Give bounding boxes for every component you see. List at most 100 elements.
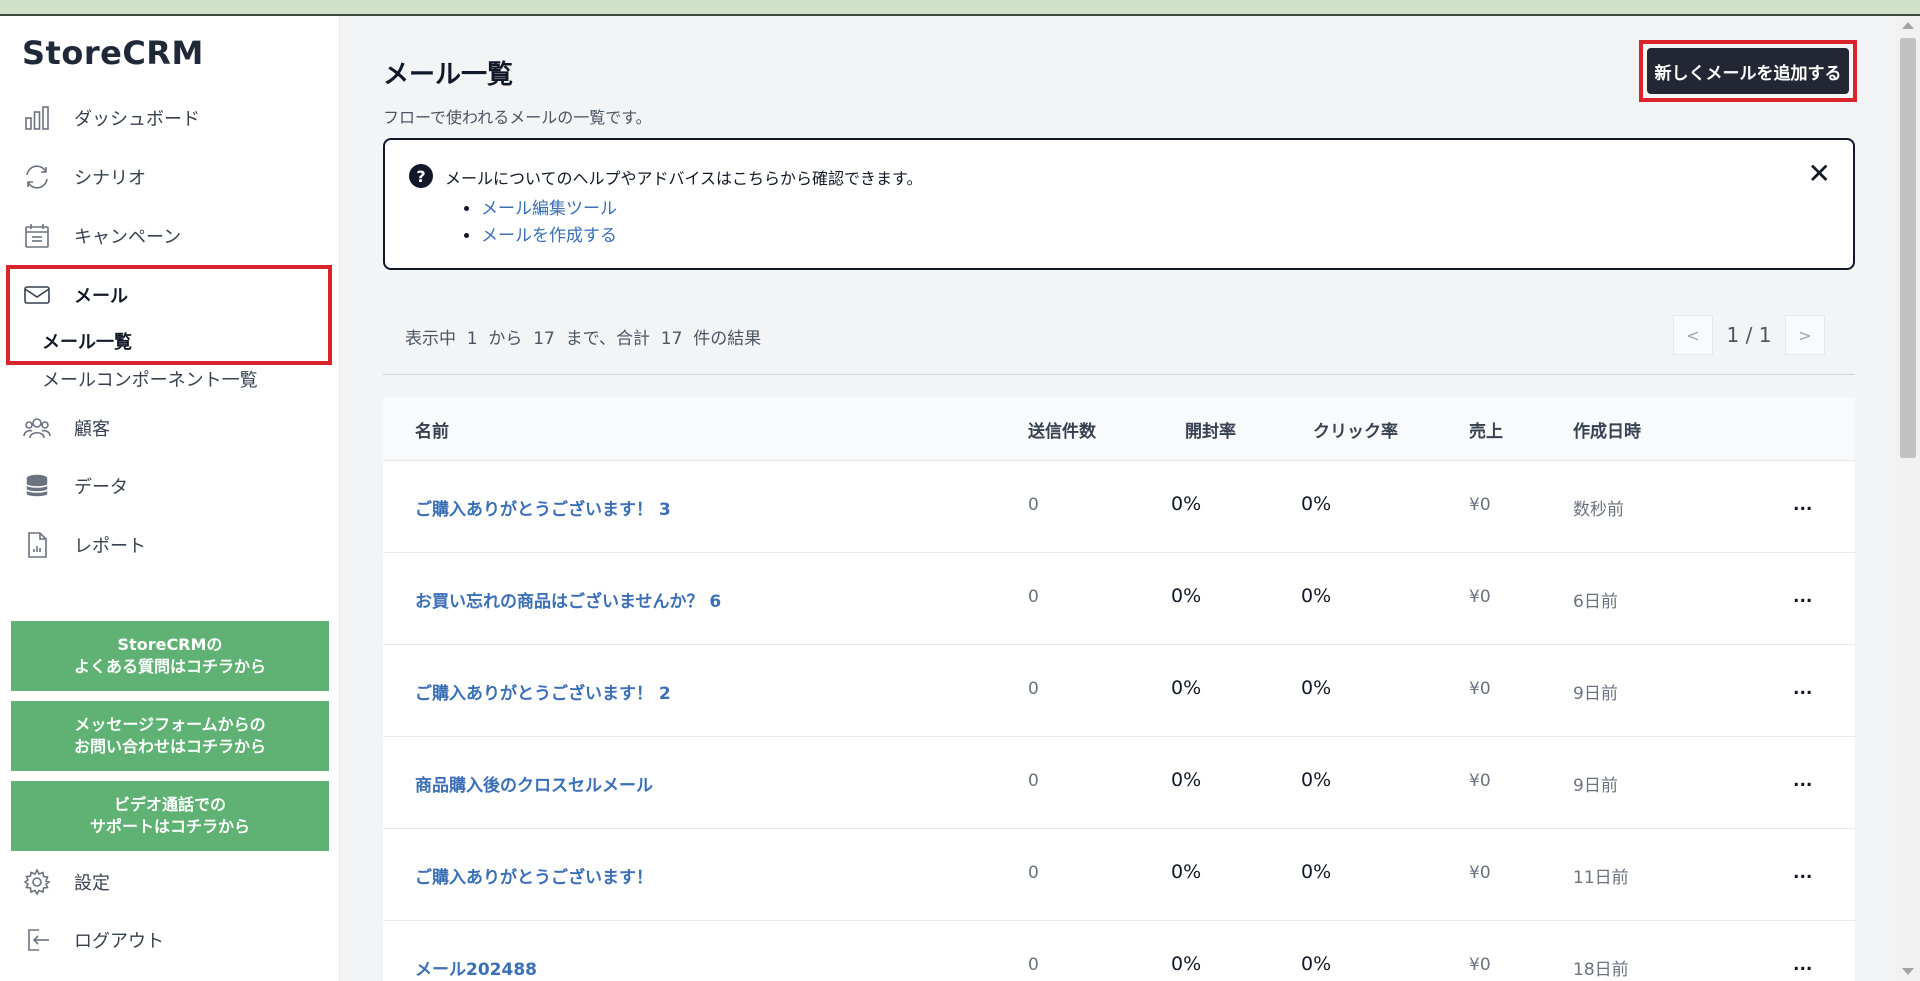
pagination: < 1 / 1 > <box>1673 315 1825 355</box>
sidebar-item-label: 設定 <box>74 873 110 894</box>
table-row[interactable]: ご購入ありがとうございます！ 2 0 0% 0% ¥0 9日前 ... <box>383 645 1855 737</box>
prev-page-button[interactable]: < <box>1673 315 1713 355</box>
row-created: 18日前 <box>1573 960 1629 980</box>
sidebar-item-data[interactable]: データ <box>22 466 128 506</box>
table-row[interactable]: ご購入ありがとうございます！ 3 0 0% 0% ¥0 数秒前 ... <box>383 461 1855 553</box>
users-icon <box>22 413 52 443</box>
message-form-button[interactable]: メッセージフォームからの お問い合わせはコチラから <box>11 701 329 771</box>
row-open-rate: 0% <box>1171 953 1202 975</box>
row-created: 9日前 <box>1573 776 1618 796</box>
help-links: メール編集ツール メールを作成する <box>477 196 617 250</box>
highlight-box-add-button: 新しくメールを追加する <box>1639 40 1857 102</box>
gear-icon <box>22 867 52 897</box>
sidebar-subitem-mail-list[interactable]: メール一覧 <box>42 328 132 354</box>
scroll-thumb[interactable] <box>1900 38 1916 458</box>
row-sent: 0 <box>1028 679 1039 699</box>
row-name-link[interactable]: ご購入ありがとうございます！ <box>415 863 653 888</box>
sidebar-item-mail[interactable]: メール <box>22 275 128 315</box>
help-panel: ? メールについてのヘルプやアドバイスはこちらから確認できます。 メール編集ツー… <box>383 138 1855 270</box>
results-summary: 表示中 1 から 17 まで、合計 17 件の結果 <box>405 329 762 349</box>
page-description: フローで使われるメールの一覧です。 <box>383 108 652 127</box>
sidebar-item-logout[interactable]: ログアウト <box>22 920 164 960</box>
row-created: 数秒前 <box>1573 500 1624 520</box>
row-sent: 0 <box>1028 863 1039 883</box>
sidebar-item-label: メール <box>74 286 128 307</box>
row-sent: 0 <box>1028 587 1039 607</box>
sidebar-subitem-mail-components[interactable]: メールコンポーネント一覧 <box>42 366 258 392</box>
row-sales: ¥0 <box>1469 495 1491 515</box>
row-name-link[interactable]: メール202488 <box>415 955 537 980</box>
header-click-rate[interactable]: クリック率 <box>1313 417 1398 442</box>
row-more-button[interactable]: ... <box>1793 587 1812 607</box>
sidebar-item-label: ログアウト <box>74 931 164 952</box>
header-created[interactable]: 作成日時 <box>1573 417 1641 442</box>
page-scrollbar[interactable] <box>1896 16 1920 981</box>
help-link-create-mail[interactable]: メールを作成する <box>481 226 617 246</box>
row-open-rate: 0% <box>1171 585 1202 607</box>
row-sales: ¥0 <box>1469 955 1491 975</box>
table-row[interactable]: 商品購入後のクロスセルメール 0 0% 0% ¥0 9日前 ... <box>383 737 1855 829</box>
page-indicator: 1 / 1 <box>1726 323 1772 347</box>
help-link-item: メール編集ツール <box>481 196 617 223</box>
bar-chart-icon <box>22 103 52 133</box>
row-more-button[interactable]: ... <box>1793 955 1812 975</box>
row-more-button[interactable]: ... <box>1793 495 1812 515</box>
row-click-rate: 0% <box>1301 953 1332 975</box>
table-row[interactable]: お買い忘れの商品はございませんか？ 6 0 0% 0% ¥0 6日前 ... <box>383 553 1855 645</box>
row-name-link[interactable]: 商品購入後のクロスセルメール <box>415 771 653 796</box>
help-link-mail-editor[interactable]: メール編集ツール <box>481 199 617 219</box>
row-sales: ¥0 <box>1469 863 1491 883</box>
browser-top-strip <box>0 0 1920 16</box>
scroll-up-icon[interactable] <box>1902 22 1914 29</box>
row-name-link[interactable]: ご購入ありがとうございます！ 2 <box>415 679 671 704</box>
sidebar-item-scenario[interactable]: シナリオ <box>22 157 146 197</box>
mail-icon <box>22 280 52 310</box>
row-sent: 0 <box>1028 955 1039 975</box>
sidebar-item-label: ダッシュボード <box>74 109 200 130</box>
help-link-item: メールを作成する <box>481 223 617 250</box>
row-click-rate: 0% <box>1301 677 1332 699</box>
sidebar-item-dashboard[interactable]: ダッシュボード <box>22 98 200 138</box>
row-more-button[interactable]: ... <box>1793 679 1812 699</box>
sidebar-item-label: キャンペーン <box>74 227 182 248</box>
row-more-button[interactable]: ... <box>1793 771 1812 791</box>
video-support-button[interactable]: ビデオ通話での サポートはコチラから <box>11 781 329 851</box>
table-row[interactable]: メール202488 0 0% 0% ¥0 18日前 ... <box>383 921 1855 981</box>
row-open-rate: 0% <box>1171 861 1202 883</box>
next-page-button[interactable]: > <box>1785 315 1825 355</box>
faq-button[interactable]: StoreCRMの よくある質問はコチラから <box>11 621 329 691</box>
page-title: メール一覧 <box>383 60 514 90</box>
close-icon[interactable]: ✕ <box>1808 160 1831 188</box>
logout-icon <box>22 925 52 955</box>
table-row[interactable]: ご購入ありがとうございます！ 0 0% 0% ¥0 11日前 ... <box>383 829 1855 921</box>
help-text: メールについてのヘルプやアドバイスはこちらから確認できます。 <box>445 169 923 188</box>
sidebar-item-report[interactable]: レポート <box>22 525 146 565</box>
header-name[interactable]: 名前 <box>415 417 449 442</box>
calendar-icon <box>22 221 52 251</box>
row-sales: ¥0 <box>1469 587 1491 607</box>
row-more-button[interactable]: ... <box>1793 863 1812 883</box>
report-icon <box>22 530 52 560</box>
row-name-link[interactable]: お買い忘れの商品はございませんか？ 6 <box>415 587 721 612</box>
sidebar-item-customers[interactable]: 顧客 <box>22 408 110 448</box>
header-sent[interactable]: 送信件数 <box>1028 417 1096 442</box>
sidebar-item-campaign[interactable]: キャンペーン <box>22 216 181 256</box>
row-name-link[interactable]: ご購入ありがとうございます！ 3 <box>415 495 671 520</box>
header-open-rate[interactable]: 開封率 <box>1185 417 1236 442</box>
main-content: メール一覧 フローで使われるメールの一覧です。 新しくメールを追加する ? メー… <box>341 16 1896 981</box>
row-sales: ¥0 <box>1469 771 1491 791</box>
row-click-rate: 0% <box>1301 493 1332 515</box>
sidebar-item-settings[interactable]: 設定 <box>22 862 110 902</box>
divider <box>383 374 1855 375</box>
app-logo[interactable]: StoreCRM <box>22 34 204 72</box>
scroll-down-icon[interactable] <box>1902 968 1914 975</box>
sidebar-item-label: データ <box>74 477 128 498</box>
header-sales[interactable]: 売上 <box>1469 417 1503 442</box>
sidebar-item-label: レポート <box>74 536 146 557</box>
row-open-rate: 0% <box>1171 677 1202 699</box>
row-click-rate: 0% <box>1301 769 1332 791</box>
add-mail-button[interactable]: 新しくメールを追加する <box>1647 48 1849 94</box>
row-open-rate: 0% <box>1171 493 1202 515</box>
row-created: 9日前 <box>1573 684 1618 704</box>
sidebar-item-label: 顧客 <box>74 419 110 440</box>
